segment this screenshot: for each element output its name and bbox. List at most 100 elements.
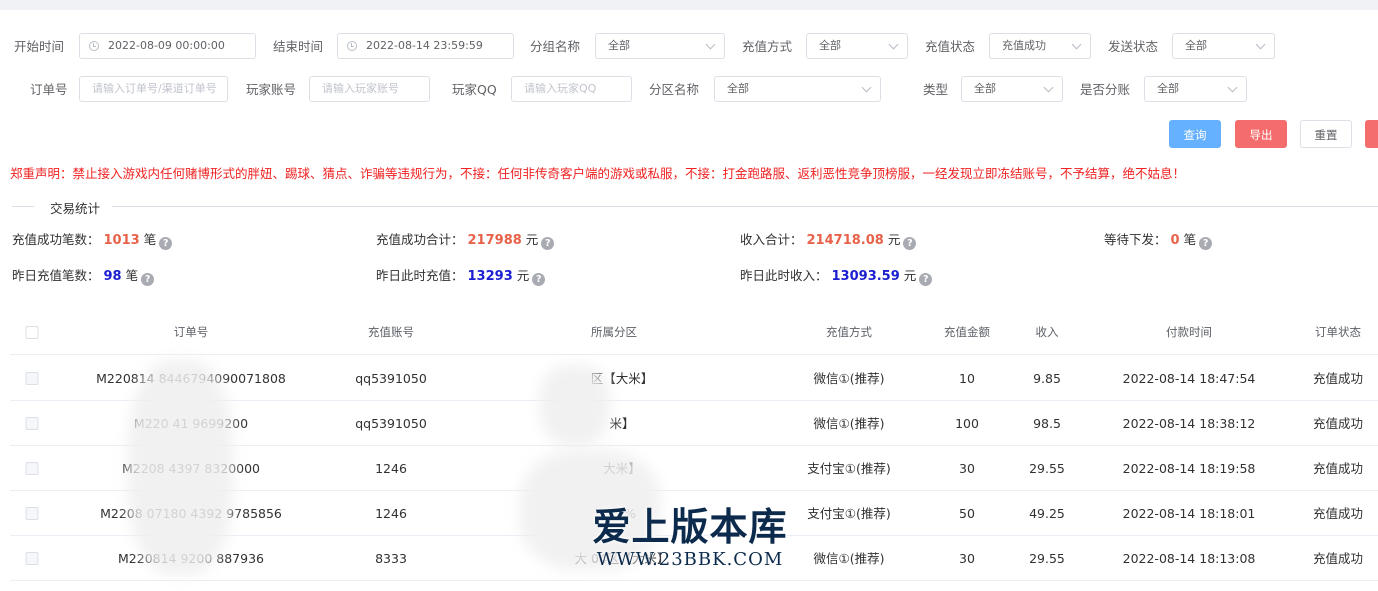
stat-unit: 笔 (125, 268, 139, 283)
cell-time: 2022-08-14 18:47:54 (1122, 371, 1256, 386)
header-method: 充值方式 (826, 325, 872, 339)
end-time-label: 结束时间 (273, 39, 324, 54)
split-label: 是否分账 (1080, 82, 1131, 97)
cell-zone: 米】 (609, 416, 635, 431)
chevron-down-icon (861, 82, 872, 93)
cell-time: 2022-08-14 18:13:08 (1122, 551, 1256, 566)
chevron-down-icon (888, 39, 899, 50)
method-value: 全部 (819, 39, 841, 52)
stat-unit: 笔 (143, 232, 157, 247)
export-button[interactable]: 导出 (1235, 120, 1287, 148)
cell-income: 49.25 (1029, 506, 1065, 521)
zone-select[interactable]: 全部 (714, 76, 881, 102)
filter-row-2: 订单号 请输入订单号/渠道订单号 玩家账号 请输入玩家账号 玩家QQ 请输入玩家… (0, 76, 1378, 104)
type-select[interactable]: 全部 (961, 76, 1063, 102)
qq-placeholder: 请输入玩家QQ (524, 82, 597, 95)
chevron-down-icon (1255, 39, 1266, 50)
order-input[interactable]: 请输入订单号/渠道订单号 (79, 76, 228, 102)
start-time-label: 开始时间 (14, 39, 65, 54)
send-select[interactable]: 全部 (1172, 33, 1275, 59)
stat-unit: 元 (516, 268, 530, 283)
order-label: 订单号 (30, 82, 68, 97)
select-all-checkbox[interactable] (25, 326, 39, 339)
cell-account: 8333 (375, 551, 407, 566)
qq-label: 玩家QQ (452, 82, 497, 97)
chevron-down-icon (1043, 82, 1054, 93)
send-label: 发送状态 (1108, 39, 1159, 54)
more-button[interactable] (1365, 120, 1378, 148)
row-checkbox[interactable] (25, 507, 39, 520)
start-time-input[interactable]: 2022-08-09 00:00:00 (79, 33, 256, 59)
cell-status: 充值成功 (1312, 551, 1364, 566)
cell-method: 微信①(推荐) (813, 551, 885, 566)
stat-label: 昨日此时充值： (376, 268, 464, 283)
player-placeholder: 请输入玩家账号 (322, 82, 399, 95)
cell-income: 29.55 (1029, 551, 1065, 566)
stat-label: 充值成功合计： (376, 232, 464, 247)
stat-value: 214718.08 (806, 233, 884, 248)
filter-row-1: 开始时间 2022-08-09 00:00:00 结束时间 2022-08-14… (0, 33, 1378, 61)
cell-amount: 50 (959, 506, 975, 521)
row-checkbox[interactable] (25, 462, 39, 475)
cell-status: 充值成功 (1312, 506, 1364, 521)
cell-account: qq5391050 (355, 416, 427, 431)
cell-amount: 30 (959, 551, 975, 566)
start-time-value: 2022-08-09 00:00:00 (108, 39, 225, 52)
status-select[interactable]: 充值成功 (989, 33, 1091, 59)
help-icon[interactable]: ? (1199, 237, 1213, 250)
end-time-input[interactable]: 2022-08-14 23:59:59 (337, 33, 514, 59)
stat-label: 昨日此时收入： (740, 268, 828, 283)
stat-value: 13293 (467, 269, 513, 284)
split-select[interactable]: 全部 (1144, 76, 1247, 102)
top-bar (0, 0, 1378, 10)
stat-value: 0 (1170, 233, 1180, 248)
player-label: 玩家账号 (246, 82, 297, 97)
stat-success-count: 充值成功笔数： 1013 笔? (12, 231, 173, 250)
cell-amount: 30 (959, 461, 975, 476)
zone-label: 分区名称 (649, 82, 700, 97)
cell-method: 微信①(推荐) (813, 416, 885, 431)
header-order: 订单号 (173, 325, 209, 339)
help-icon[interactable]: ? (903, 237, 917, 250)
watermark-url: WWW.23BBK.COM (596, 549, 784, 570)
cell-account: qq5391050 (355, 371, 427, 386)
stat-label: 充值成功笔数： (12, 232, 100, 247)
stat-yesterday-income: 昨日此时收入： 13093.59 元? (740, 267, 933, 286)
help-icon[interactable]: ? (541, 237, 555, 250)
stat-value: 98 (103, 269, 122, 284)
clock-icon (347, 41, 357, 51)
clock-icon (89, 41, 99, 51)
stat-pending: 等待下发： 0 笔? (1104, 231, 1213, 250)
cell-method: 支付宝①(推荐) (807, 506, 891, 521)
chevron-down-icon (1227, 82, 1238, 93)
query-button[interactable]: 查询 (1169, 120, 1221, 148)
help-icon[interactable]: ? (532, 273, 546, 286)
group-select[interactable]: 全部 (595, 33, 725, 59)
privacy-blur (540, 365, 610, 445)
stats-section-title: 交易统计 (40, 198, 111, 217)
help-icon[interactable]: ? (159, 237, 173, 250)
stat-value: 13093.59 (831, 269, 900, 284)
method-select[interactable]: 全部 (806, 33, 908, 59)
cell-status: 充值成功 (1312, 371, 1364, 386)
qq-input[interactable]: 请输入玩家QQ (511, 76, 632, 102)
row-checkbox[interactable] (25, 417, 39, 430)
header-zone: 所属分区 (591, 325, 637, 339)
row-checkbox[interactable] (25, 552, 39, 565)
reset-button[interactable]: 重置 (1300, 120, 1352, 148)
help-icon[interactable]: ? (141, 273, 155, 286)
cell-time: 2022-08-14 18:18:01 (1122, 506, 1256, 521)
chevron-down-icon (1071, 39, 1082, 50)
help-icon[interactable]: ? (919, 273, 933, 286)
header-status: 订单状态 (1315, 325, 1361, 339)
watermark-logo-text: 爱上版本库 (592, 504, 788, 549)
notice-text: 郑重声明：禁止接入游戏内任何赌博形式的胖妞、踢球、猜点、诈骗等违规行为，不接：任… (10, 166, 1186, 181)
table-header: 订单号 充值账号 所属分区 充值方式 充值金额 收入 付款时间 订单状态 (10, 310, 1378, 355)
zone-value: 全部 (727, 82, 749, 95)
stat-unit: 笔 (1183, 232, 1197, 247)
player-input[interactable]: 请输入玩家账号 (309, 76, 430, 102)
cell-amount: 100 (955, 416, 979, 431)
row-checkbox[interactable] (25, 372, 39, 385)
stat-label: 昨日充值笔数： (12, 268, 100, 283)
cell-method: 支付宝①(推荐) (807, 461, 891, 476)
